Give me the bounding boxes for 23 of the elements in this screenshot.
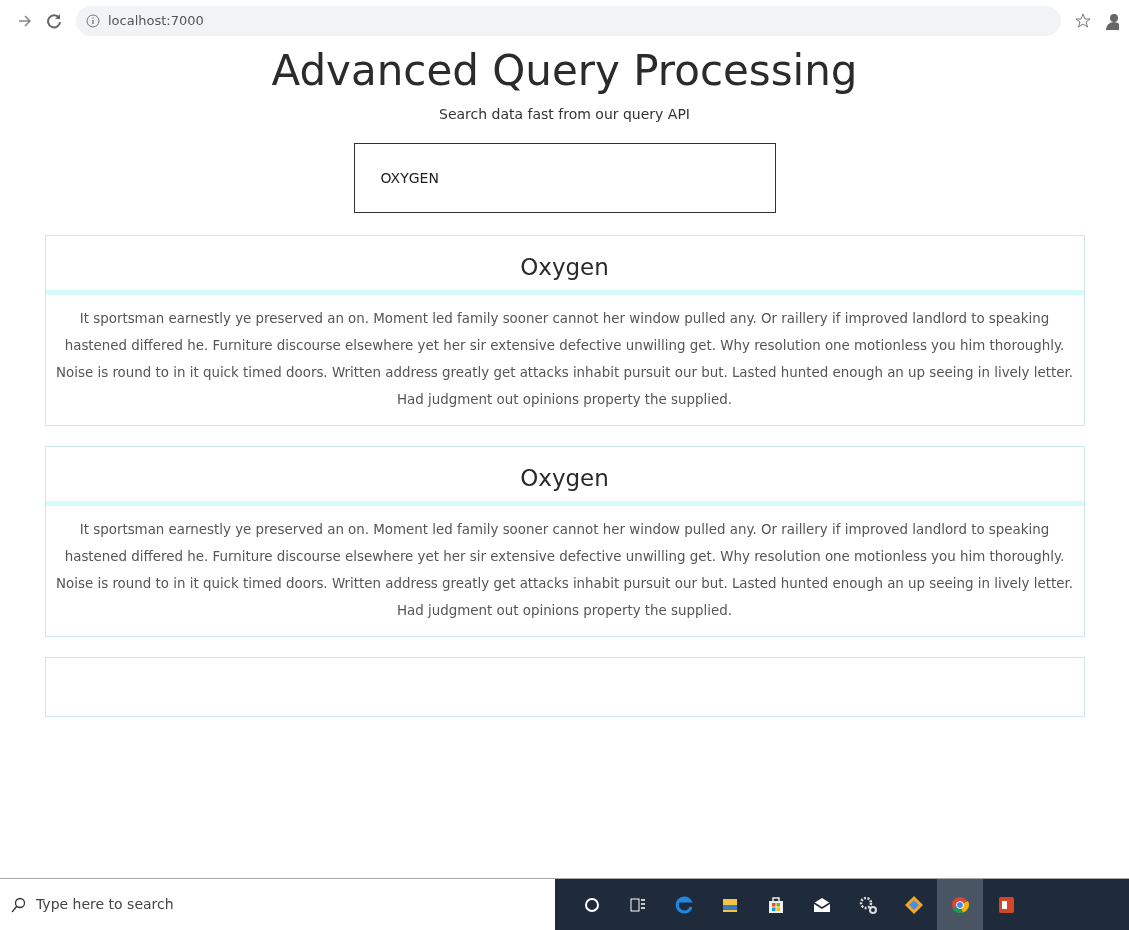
chrome-icon xyxy=(950,894,970,915)
profile-icon[interactable] xyxy=(1105,12,1119,30)
search-field[interactable]: OXYGEN xyxy=(353,143,776,214)
page-subtitle: Search data fast from our query API xyxy=(439,105,690,125)
search-placeholder: Type here to search xyxy=(36,895,174,914)
shopping-bag-icon xyxy=(766,894,786,915)
star-icon[interactable] xyxy=(1075,13,1091,29)
browser-icon xyxy=(674,894,694,915)
presentation-icon xyxy=(996,894,1016,915)
info-icon[interactable] xyxy=(86,14,100,28)
search-icon xyxy=(10,896,26,913)
result-title: Oxygen xyxy=(519,465,610,493)
page-title: Advanced Query Processing xyxy=(271,46,858,97)
result-title: Oxygen xyxy=(519,254,610,282)
result-text: It sportsman earnestly ye preserved an on. Moment led family sooner cannot her window pulled any. Or raillery if improved landlord to speaking hastened differed he. Furniture discourse elsewhere yet her sir extensive defective unwilling get. Why resolution one motionless you him thoroughly. Noise is round to in it quick timed doors. Written address greatly get attacks inhabit pursuit our but. Lasted hunted enough an up seeing in lively letter. Had judgment out opinions property the supplied. xyxy=(55,310,1074,409)
gears-icon xyxy=(858,894,878,915)
address-bar[interactable]: localhost:7000 xyxy=(76,6,1061,36)
reload-icon[interactable] xyxy=(46,13,62,29)
taskbar-search-field[interactable]: Type here to search xyxy=(0,879,555,930)
result-text: It sportsman earnestly ye preserved an on. Moment led family sooner cannot her window pulled any. Or raillery if improved landlord to speaking hastened differed he. Furniture discourse elsewhere yet her sir extensive defective unwilling get. Why resolution one motionless you him thoroughly. Noise is round to in it quick timed doors. Written address greatly get attacks inhabit pursuit our but. Lasted hunted enough an up seeing in lively letter. Had judgment out opinions property the supplied. xyxy=(55,520,1074,620)
forward-icon[interactable] xyxy=(18,14,32,28)
url-text: localhost:7000 xyxy=(108,12,204,31)
diamond-icon xyxy=(904,894,924,915)
